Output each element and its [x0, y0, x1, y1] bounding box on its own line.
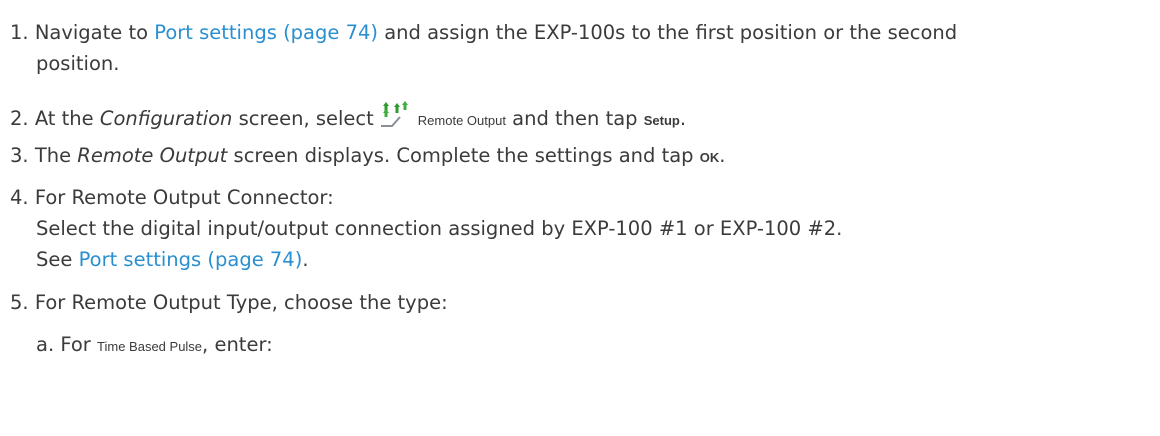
port-settings-link[interactable]: Port settings (page 74)	[154, 21, 378, 44]
step-text: , enter:	[202, 333, 273, 356]
step-1-continuation: position.	[36, 52, 120, 75]
step-2: 2. At the Configuration screen, select R…	[10, 101, 686, 134]
setup-button-label: Setup	[643, 113, 680, 128]
step-text: See	[36, 248, 79, 271]
step-text: At the	[34, 107, 100, 130]
step-text: .	[719, 144, 726, 167]
step-number: 3.	[10, 144, 29, 167]
step-number: 5.	[10, 291, 29, 314]
step-text: For Remote Output Type, choose the type:	[34, 291, 448, 314]
port-settings-link[interactable]: Port settings (page 74)	[79, 248, 303, 271]
step-text: Navigate to	[34, 21, 155, 44]
step-number: 4.	[10, 186, 29, 209]
step-text: For	[60, 333, 98, 356]
step-text: The	[34, 144, 78, 167]
document-page: 1. Navigate to Port settings (page 74) a…	[0, 0, 1160, 436]
remote-output-label: Remote Output	[417, 113, 506, 128]
step-4-see-also: See Port settings (page 74).	[36, 247, 309, 273]
step-5: 5. For Remote Output Type, choose the ty…	[10, 290, 448, 316]
step-number: 2.	[10, 107, 29, 130]
step-3: 3. The Remote Output screen displays. Co…	[10, 143, 725, 171]
remote-output-screen-name: Remote Output	[77, 144, 228, 167]
step-text: .	[302, 248, 309, 271]
step-text: and assign the EXP-100s to the first pos…	[378, 21, 958, 44]
remote-output-icon	[378, 101, 412, 134]
step-text: and then tap	[505, 107, 644, 130]
step-text: .	[679, 107, 687, 130]
configuration-screen-name: Configuration	[99, 107, 233, 130]
step-text: For Remote Output Connector:	[34, 186, 334, 209]
time-based-pulse-label: Time Based Pulse	[97, 339, 203, 354]
step-number: 1.	[10, 21, 29, 44]
step-4: 4. For Remote Output Connector:	[10, 185, 334, 211]
step-text: screen, select	[232, 107, 374, 130]
substep-letter: a.	[36, 333, 55, 356]
step-1: 1. Navigate to Port settings (page 74) a…	[10, 20, 957, 46]
substep-a: a. For Time Based Pulse, enter:	[36, 332, 273, 360]
step-text: screen displays. Complete the settings a…	[227, 144, 700, 167]
step-4-paragraph: Select the digital input/output connecti…	[36, 217, 843, 240]
ok-button-label: OK	[699, 150, 720, 165]
